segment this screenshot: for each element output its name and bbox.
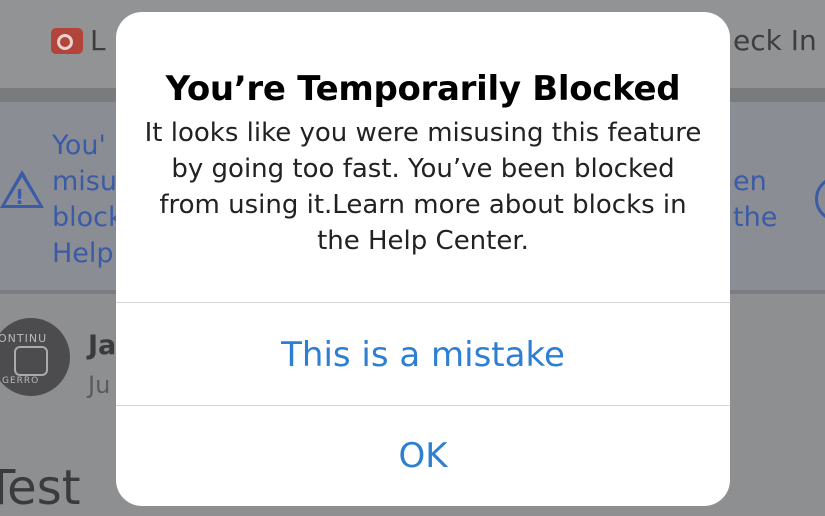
- this-is-a-mistake-button[interactable]: This is a mistake: [116, 305, 730, 405]
- notice-line: en: [733, 166, 767, 197]
- notice-line: You': [52, 130, 106, 161]
- post-date: Ju: [88, 371, 111, 399]
- live-label: L: [90, 24, 106, 57]
- warning-exclamation-icon: !: [15, 185, 25, 209]
- notice-line: the: [733, 202, 778, 233]
- dialog-separator: [116, 302, 730, 303]
- temporarily-blocked-dialog: You’re Temporarily Blocked It looks like…: [116, 12, 730, 506]
- post-author-name[interactable]: Ja: [88, 330, 116, 361]
- fist-icon: [14, 346, 48, 376]
- post-text: Test: [0, 460, 81, 516]
- check-in-label[interactable]: eck In: [733, 24, 817, 57]
- dialog-title: You’re Temporarily Blocked: [165, 69, 681, 109]
- live-video-icon[interactable]: [51, 28, 83, 54]
- ok-button[interactable]: OK: [116, 406, 730, 506]
- dialog-message: It looks like you were misusing this fea…: [144, 118, 702, 256]
- avatar-text-bottom: GERRO: [2, 376, 40, 386]
- notice-line: misu: [52, 166, 117, 197]
- notice-line: block: [52, 202, 124, 233]
- notice-line: Help: [52, 238, 114, 269]
- avatar-text-top: ONTINU: [0, 332, 48, 345]
- notice-text-right: en the: [733, 164, 777, 236]
- notice-text-left: You' misu block Help: [52, 128, 124, 272]
